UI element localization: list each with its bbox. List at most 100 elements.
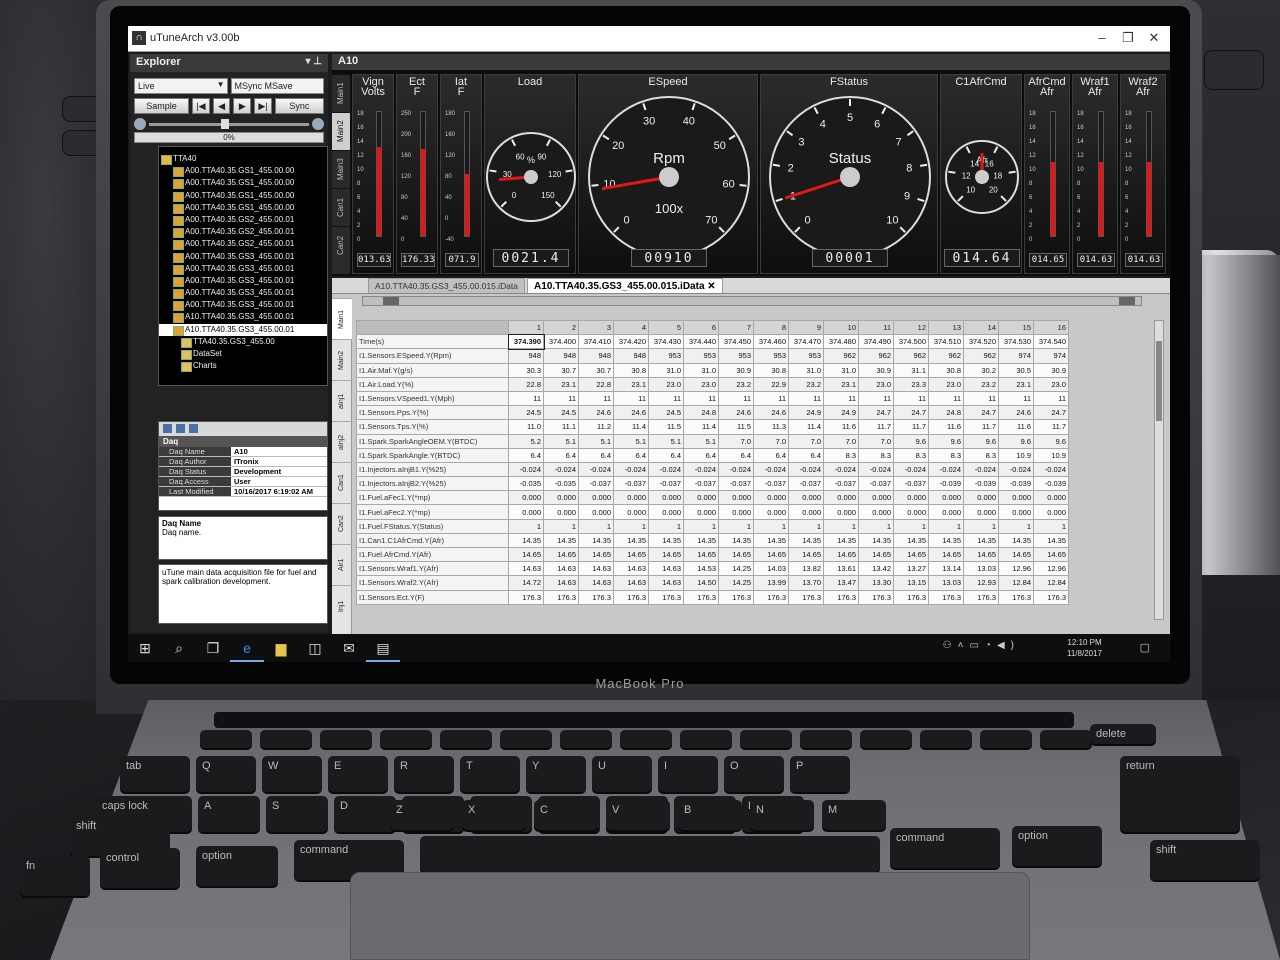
grid-side-tab[interactable]: Can1 <box>332 462 352 503</box>
table-row[interactable]: I1.Air.Load.Y(%) 22.8 23.1 22.8 23.1 23.0 23.0… <box>356 376 1069 392</box>
table-cell[interactable]: 176.3 <box>578 589 614 605</box>
table-cell[interactable]: 11.6 <box>998 419 1034 435</box>
keyboard-key[interactable]: delete <box>1090 724 1156 744</box>
table-cell[interactable]: 176.3 <box>823 589 859 605</box>
table-cell[interactable]: 948 <box>613 348 649 364</box>
dashboard-tab[interactable]: Main1 <box>332 74 350 112</box>
close-button[interactable]: ✕ <box>1144 30 1164 46</box>
table-cell[interactable]: 11.7 <box>893 419 929 435</box>
tree-item[interactable]: A00.TTA40.35.GS1_455.00.00 <box>159 165 327 178</box>
tree-sub-item[interactable]: DataSet <box>159 348 327 361</box>
column-header[interactable]: 13 <box>928 319 964 336</box>
table-cell[interactable]: -0.024 <box>823 461 859 478</box>
table-cell[interactable]: 14.03 <box>753 561 789 577</box>
table-cell[interactable]: 0.000 <box>578 490 614 506</box>
table-cell[interactable]: 0.000 <box>753 490 789 506</box>
table-cell[interactable]: 14.65 <box>648 546 684 563</box>
table-cell[interactable]: 14.65 <box>508 546 544 563</box>
table-cell[interactable]: 11.7 <box>963 419 999 435</box>
table-cell[interactable]: 10.9 <box>998 447 1034 463</box>
table-cell[interactable]: 24.6 <box>578 405 614 421</box>
keyboard-key[interactable]: Y <box>526 756 586 792</box>
table-cell[interactable]: 24.6 <box>998 405 1034 421</box>
number-key[interactable] <box>200 730 252 748</box>
table-cell[interactable]: 23.2 <box>718 376 754 392</box>
table-cell[interactable]: -0.039 <box>963 476 999 492</box>
table-cell[interactable]: -0.024 <box>543 461 579 478</box>
keyboard-key[interactable]: shift <box>1150 840 1260 880</box>
table-cell[interactable]: 5.2 <box>508 433 544 449</box>
table-cell[interactable]: 0.000 <box>928 504 964 520</box>
row-label[interactable]: I1.Injectors.aInjB2.Y(%25) <box>356 476 509 492</box>
table-cell[interactable]: 11 <box>718 390 754 407</box>
table-cell[interactable]: 374.530 <box>998 334 1034 350</box>
table-cell[interactable]: 0.000 <box>998 504 1034 520</box>
table-cell[interactable]: 6.4 <box>753 447 789 463</box>
table-cell[interactable]: 14.35 <box>963 532 999 549</box>
search-icon[interactable]: ⌕ <box>162 634 196 662</box>
table-cell[interactable]: 176.3 <box>998 589 1034 605</box>
table-cell[interactable]: 11 <box>1033 390 1069 407</box>
table-cell[interactable]: 13.99 <box>753 575 789 591</box>
table-cell[interactable]: 23.0 <box>928 376 964 392</box>
table-cell[interactable]: -0.039 <box>928 476 964 492</box>
maximize-button[interactable]: ❐ <box>1118 30 1138 46</box>
table-cell[interactable]: 14.65 <box>858 546 894 563</box>
table-cell[interactable]: 14.65 <box>718 546 754 563</box>
table-cell[interactable]: 7.0 <box>718 433 754 449</box>
table-cell[interactable]: 14.65 <box>578 546 614 563</box>
table-row[interactable]: I1.Air.Maf.Y(g/s) 30.3 30.7 30.7 30.8 31.0 31.… <box>356 362 1069 378</box>
number-key[interactable] <box>1040 730 1092 748</box>
grid-side-tab[interactable]: Can2 <box>332 503 352 544</box>
table-cell[interactable]: 13.27 <box>893 561 929 577</box>
record-icon[interactable] <box>134 118 146 130</box>
table-cell[interactable]: 13.03 <box>928 575 964 591</box>
table-cell[interactable]: 0.000 <box>823 490 859 506</box>
table-cell[interactable]: 0.000 <box>963 504 999 520</box>
table-cell[interactable]: 176.3 <box>753 589 789 605</box>
position-slider[interactable] <box>149 119 309 129</box>
table-row[interactable]: I1.Sensors.Pps.Y(%) 24.5 24.5 24.6 24.6 24.5 2… <box>356 405 1069 421</box>
table-cell[interactable]: 0.000 <box>508 504 544 520</box>
table-cell[interactable]: 10.9 <box>1033 447 1069 463</box>
table-cell[interactable]: 374.440 <box>683 334 719 350</box>
number-key[interactable] <box>560 730 612 748</box>
row-label[interactable]: I1.Spark.SparkAngle.Y(BTDC) <box>356 447 509 463</box>
table-cell[interactable]: 14.35 <box>508 532 544 549</box>
table-cell[interactable]: -0.039 <box>1033 476 1069 492</box>
table-cell[interactable]: 962 <box>893 348 929 364</box>
table-cell[interactable]: 23.0 <box>1033 376 1069 392</box>
keyboard-key[interactable]: option <box>196 846 278 886</box>
table-cell[interactable]: 24.5 <box>508 405 544 421</box>
table-cell[interactable]: 948 <box>578 348 614 364</box>
property-row[interactable]: Daq Author ITronix <box>159 457 327 467</box>
property-pages-icon[interactable] <box>189 424 198 433</box>
table-cell[interactable]: 374.410 <box>578 334 614 350</box>
table-row[interactable]: I1.Sensors.VSpeed1.Y(Mph) 11 11 11 11 11 11 11 1… <box>356 390 1069 407</box>
table-cell[interactable]: 974 <box>1033 348 1069 364</box>
table-cell[interactable]: 11 <box>543 390 579 407</box>
column-header[interactable]: 9 <box>788 319 824 336</box>
table-cell[interactable]: 12.96 <box>998 561 1034 577</box>
table-cell[interactable]: 24.7 <box>963 405 999 421</box>
table-cell[interactable]: 7.0 <box>788 433 824 449</box>
table-cell[interactable]: 374.520 <box>963 334 999 350</box>
row-label[interactable]: I1.Sensors.Ect.Y(F) <box>356 589 509 605</box>
table-cell[interactable]: 14.35 <box>648 532 684 549</box>
number-key[interactable] <box>320 730 372 748</box>
table-cell[interactable]: 1 <box>998 518 1034 534</box>
table-cell[interactable]: 1 <box>718 518 754 534</box>
table-cell[interactable]: 0.000 <box>613 490 649 506</box>
table-cell[interactable]: -0.024 <box>928 461 964 478</box>
table-row[interactable]: I1.Fuel.aFec1.Y(*mp) 0.000 0.000 0.000 0.000… <box>356 490 1069 506</box>
table-cell[interactable]: -0.024 <box>718 461 754 478</box>
property-row[interactable]: Last Modified 10/16/2017 6:19:02 AM <box>159 487 327 497</box>
table-cell[interactable]: 176.3 <box>788 589 824 605</box>
table-cell[interactable]: 11.6 <box>823 419 859 435</box>
table-cell[interactable]: -0.037 <box>613 476 649 492</box>
table-cell[interactable]: 14.63 <box>613 575 649 591</box>
table-cell[interactable]: 14.35 <box>683 532 719 549</box>
sync-button[interactable]: Sync <box>274 98 324 114</box>
table-cell[interactable]: 6.4 <box>718 447 754 463</box>
keyboard-key[interactable]: fn <box>20 856 90 896</box>
